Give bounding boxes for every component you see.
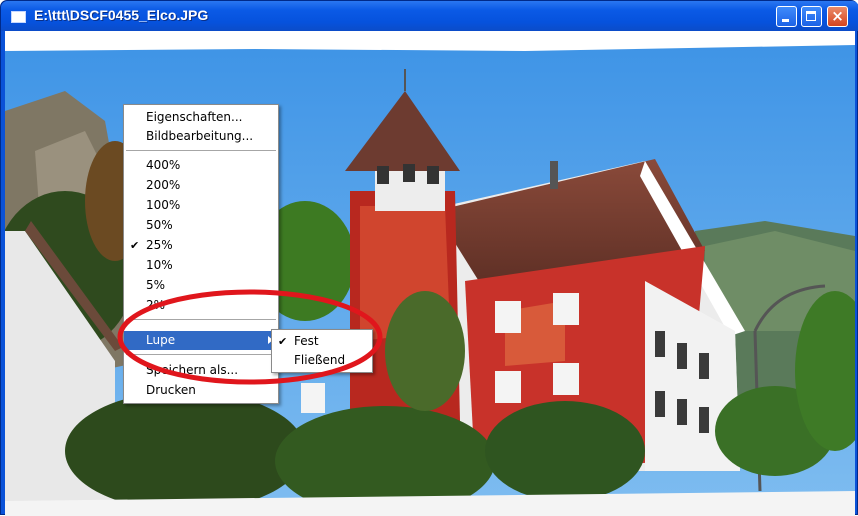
app-icon — [11, 11, 26, 23]
menu-item-label: Bildbearbeitung... — [146, 129, 254, 143]
minimize-button[interactable] — [776, 6, 797, 27]
check-icon: ✔ — [278, 335, 288, 348]
menu-separator — [126, 354, 276, 355]
submenu-item-fliessend[interactable]: Fließend — [272, 351, 372, 370]
menu-item-label: Eigenschaften... — [146, 110, 243, 124]
check-icon: ✔ — [130, 239, 140, 252]
minimize-icon — [782, 19, 789, 22]
menu-separator — [126, 319, 276, 320]
menu-item-label: 200% — [146, 178, 181, 192]
menu-item-label: 10% — [146, 258, 173, 272]
menu-item-zoom-10[interactable]: 10% — [124, 256, 278, 275]
context-menu: Eigenschaften... Bildbearbeitung... 400%… — [123, 104, 279, 404]
menu-item-label: Speichern als... — [146, 363, 239, 377]
window-title: E:\ttt\DSCF0455_Elco.JPG — [34, 7, 209, 23]
menu-item-zoom-200[interactable]: 200% — [124, 176, 278, 195]
submenu-item-label: Fest — [294, 334, 319, 348]
menu-item-label: Drucken — [146, 383, 196, 397]
menu-item-lupe[interactable]: Lupe — [124, 331, 278, 350]
menu-item-zoom-25[interactable]: ✔ 25% — [124, 236, 278, 255]
menu-item-label: 5% — [146, 278, 166, 292]
title-bar[interactable]: E:\ttt\DSCF0455_Elco.JPG × — [1, 1, 858, 31]
menu-item-zoom-400[interactable]: 400% — [124, 156, 278, 175]
menu-item-drucken[interactable]: Drucken — [124, 381, 278, 400]
menu-item-label: 50% — [146, 218, 173, 232]
image-viewport[interactable]: Eigenschaften... Bildbearbeitung... 400%… — [5, 31, 855, 516]
menu-item-label: 100% — [146, 198, 181, 212]
maximize-button[interactable] — [801, 6, 822, 27]
app-window: E:\ttt\DSCF0455_Elco.JPG × Eigenschaften… — [0, 0, 858, 516]
close-icon: × — [831, 7, 844, 25]
menu-item-zoom-5[interactable]: 5% — [124, 276, 278, 295]
menu-item-bildbearbeitung[interactable]: Bildbearbeitung... — [124, 127, 278, 146]
menu-item-eigenschaften[interactable]: Eigenschaften... — [124, 108, 278, 127]
menu-item-label: Lupe — [146, 333, 176, 347]
menu-item-zoom-2[interactable]: 2% — [124, 296, 278, 315]
menu-item-zoom-50[interactable]: 50% — [124, 216, 278, 235]
submenu-item-label: Fließend — [294, 353, 346, 367]
menu-item-zoom-100[interactable]: 100% — [124, 196, 278, 215]
menu-item-label: 400% — [146, 158, 181, 172]
submenu-item-fest[interactable]: ✔ Fest — [272, 332, 372, 351]
maximize-icon — [806, 11, 816, 21]
menu-item-label: 25% — [146, 238, 173, 252]
menu-item-speichern-als[interactable]: Speichern als... — [124, 361, 278, 380]
close-button[interactable]: × — [827, 6, 848, 27]
menu-separator — [126, 150, 276, 151]
lupe-submenu: ✔ Fest Fließend — [271, 329, 373, 373]
menu-item-label: 2% — [146, 298, 166, 312]
